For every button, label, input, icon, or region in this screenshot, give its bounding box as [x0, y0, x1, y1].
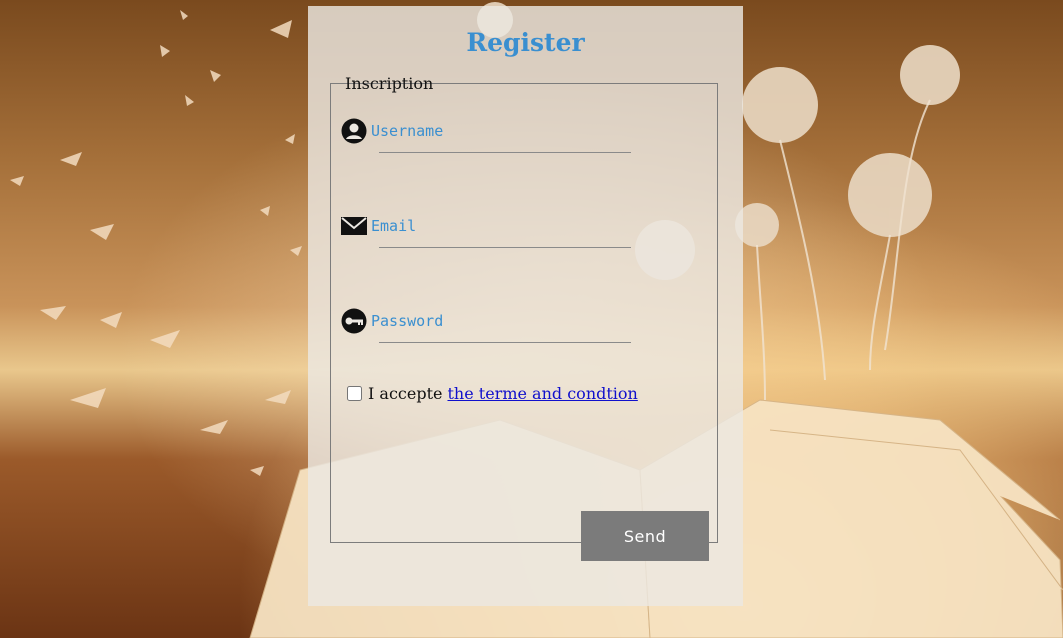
terms-checkbox[interactable]: [347, 386, 362, 401]
username-field-group: [341, 118, 633, 158]
inscription-fieldset: Inscription Username Email I accepte the…: [330, 74, 718, 543]
terms-link[interactable]: the terme and condtion: [447, 384, 637, 403]
terms-row: I accepte the terme and condtion: [347, 384, 638, 403]
page-title: Register: [466, 28, 585, 57]
password-field-group: [341, 308, 633, 348]
terms-prefix: I accepte: [368, 384, 443, 403]
password-input[interactable]: [371, 308, 633, 334]
email-input[interactable]: [371, 213, 633, 239]
send-button[interactable]: Send: [581, 511, 709, 561]
user-icon: [341, 118, 367, 144]
username-underline: [379, 152, 631, 153]
register-panel: Register Inscription Username Email I ac…: [308, 6, 743, 606]
username-input[interactable]: [371, 118, 633, 144]
password-underline: [379, 342, 631, 343]
fieldset-legend: Inscription: [345, 74, 434, 93]
key-icon: [341, 308, 367, 334]
email-field-group: [341, 213, 633, 253]
email-underline: [379, 247, 631, 248]
mail-icon: [341, 213, 367, 239]
